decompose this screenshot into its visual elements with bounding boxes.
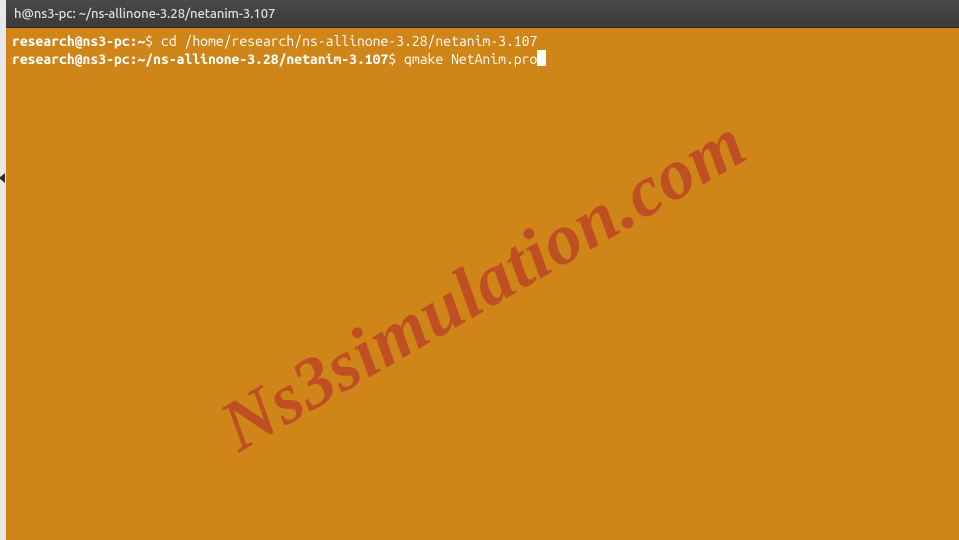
left-arrow-icon — [0, 173, 5, 183]
prompt-user: research@ns3-pc: — [12, 51, 137, 67]
watermark-text: Ns3simulation.com — [222, 128, 743, 439]
window-titlebar[interactable]: h@ns3-pc: ~/ns-allinone-3.28/netanim-3.1… — [6, 0, 959, 28]
command-text: qmake NetAnim.pro — [404, 51, 537, 67]
terminal-line: research@ns3-pc:~/ns-allinone-3.28/netan… — [12, 50, 953, 68]
command-text: cd /home/research/ns-allinone-3.28/netan… — [161, 33, 537, 49]
prompt-user: research@ns3-pc: — [12, 33, 137, 49]
prompt-dollar: $ — [388, 51, 404, 67]
terminal-body[interactable]: research@ns3-pc:~$ cd /home/research/ns-… — [6, 28, 959, 540]
terminal-cursor — [537, 50, 546, 66]
prompt-dollar: $ — [145, 33, 161, 49]
prompt-path: ~/ns-allinone-3.28/netanim-3.107 — [137, 51, 388, 67]
window-title: h@ns3-pc: ~/ns-allinone-3.28/netanim-3.1… — [14, 7, 275, 21]
terminal-line: research@ns3-pc:~$ cd /home/research/ns-… — [12, 32, 953, 50]
terminal-window: h@ns3-pc: ~/ns-allinone-3.28/netanim-3.1… — [6, 0, 959, 540]
